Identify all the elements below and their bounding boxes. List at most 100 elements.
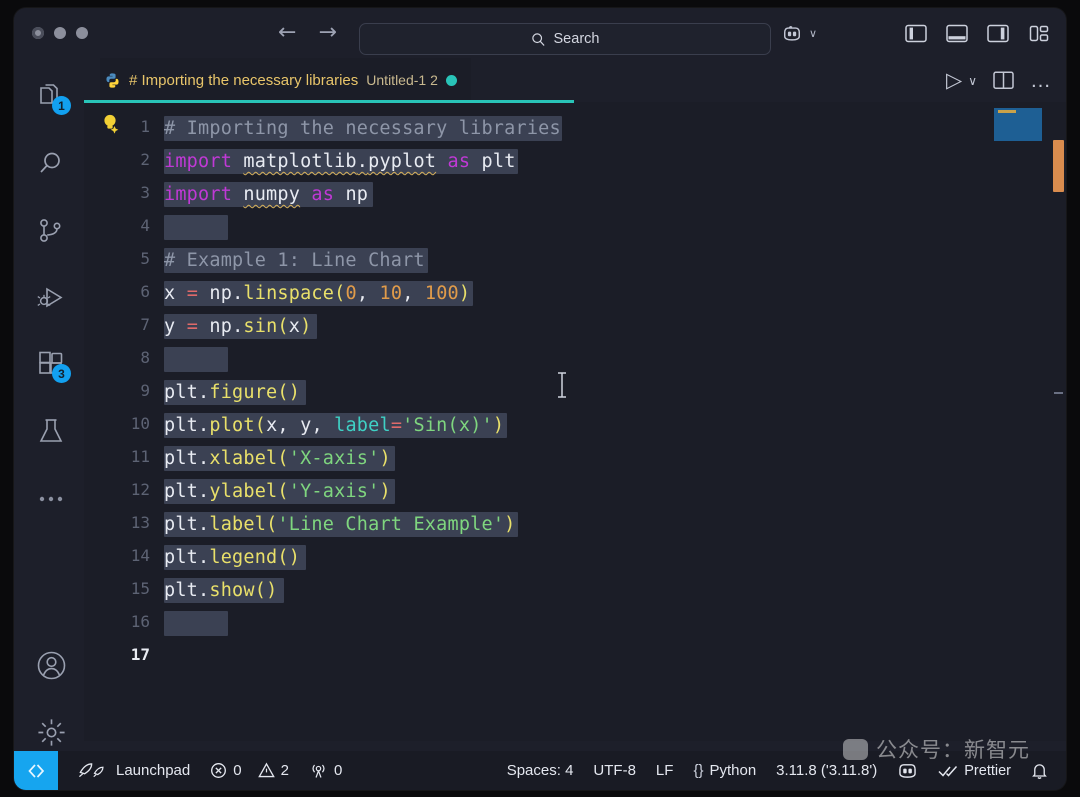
- navigation-buttons: ← →: [278, 22, 337, 44]
- line-number: 17: [131, 645, 150, 664]
- code-line[interactable]: [164, 211, 228, 244]
- selected-text: import matplotlib.pyplot as plt: [164, 149, 518, 174]
- code-line[interactable]: plt.xlabel('X-axis'): [164, 442, 395, 475]
- code-line[interactable]: x = np.linspace(0, 10, 100): [164, 277, 473, 310]
- activity-bar: 1: [14, 58, 84, 741]
- split-editor-icon[interactable]: [993, 71, 1014, 90]
- selected-text: plt.ylabel('Y-axis'): [164, 479, 395, 504]
- manage-settings-button[interactable]: [34, 715, 68, 749]
- broadcast-icon: [309, 762, 328, 779]
- code-line[interactable]: plt.legend(): [164, 541, 306, 574]
- status-formatter[interactable]: Prettier: [938, 763, 1011, 779]
- remote-window-button[interactable]: [14, 751, 58, 790]
- error-count: 0: [233, 762, 241, 779]
- sidebar-item-more-views[interactable]: [34, 482, 68, 516]
- maximize-button[interactable]: [76, 27, 88, 39]
- status-notifications[interactable]: [1031, 762, 1048, 780]
- empty-line: [164, 646, 175, 667]
- selected-text: import numpy as np: [164, 182, 373, 207]
- code-line[interactable]: plt.plot(x, y, label='Sin(x)'): [164, 409, 507, 442]
- code-lines: # Importing the necessary libraries impor…: [164, 104, 1066, 741]
- status-copilot[interactable]: [897, 762, 918, 779]
- copilot-menu-button[interactable]: ∨: [782, 25, 817, 42]
- line-number: 1: [140, 117, 150, 136]
- status-interpreter[interactable]: 3.11.8 ('3.11.8'): [776, 762, 877, 779]
- sidebar-item-explorer[interactable]: 1: [34, 80, 68, 114]
- code-line[interactable]: plt.ylabel('Y-axis'): [164, 475, 395, 508]
- selected-text: [164, 347, 228, 372]
- vscode-window: ← → Search ∨: [14, 8, 1066, 790]
- forward-arrow-icon[interactable]: →: [318, 22, 336, 44]
- sidebar-item-extensions[interactable]: 3: [34, 348, 68, 382]
- close-button[interactable]: [32, 27, 44, 39]
- selected-text: # Example 1: Line Chart: [164, 248, 428, 273]
- rocket-icon: [78, 762, 110, 779]
- run-button[interactable]: ▷: [946, 68, 962, 93]
- code-line[interactable]: plt.figure(): [164, 376, 306, 409]
- code-line[interactable]: # Example 1: Line Chart: [164, 244, 428, 277]
- code-line[interactable]: [164, 343, 228, 376]
- status-eol[interactable]: LF: [656, 762, 674, 779]
- line-number: 5: [140, 249, 150, 268]
- formatter-label: Prettier: [964, 763, 1011, 779]
- code-line[interactable]: # Importing the necessary libraries: [164, 112, 562, 145]
- toggle-panel-icon[interactable]: [946, 24, 968, 43]
- run-chevron-down-icon[interactable]: ∨: [968, 74, 977, 88]
- selected-text: plt.show(): [164, 578, 284, 603]
- editor-scrollbar[interactable]: [1050, 104, 1066, 741]
- code-line[interactable]: plt.label('Line Chart Example'): [164, 508, 518, 541]
- code-line[interactable]: [164, 607, 228, 640]
- selected-text: plt.xlabel('X-axis'): [164, 446, 395, 471]
- minimap-code-line: [998, 110, 1016, 113]
- lightbulb-icon[interactable]: [100, 112, 122, 134]
- minimize-button[interactable]: [54, 27, 66, 39]
- status-launchpad[interactable]: Launchpad: [78, 762, 190, 779]
- selected-text: plt.figure(): [164, 380, 306, 405]
- back-arrow-icon[interactable]: ←: [278, 22, 296, 44]
- line-number: 2: [140, 150, 150, 169]
- search-icon: [531, 32, 546, 47]
- editor-actions: ▷ ∨ …: [946, 68, 1052, 93]
- tab-bar: # Importing the necessary libraries Unti…: [84, 58, 1066, 102]
- more-actions-icon[interactable]: …: [1030, 76, 1052, 86]
- language-label: Python: [709, 762, 756, 779]
- sidebar-item-search[interactable]: [34, 147, 68, 181]
- line-number: 8: [140, 348, 150, 367]
- chevron-down-icon: ∨: [809, 27, 817, 40]
- layout-controls: [905, 24, 1050, 43]
- status-bar: Launchpad 0 2 0 Spaces: 4 UTF: [14, 751, 1066, 790]
- selected-text: [164, 611, 228, 636]
- code-line[interactable]: import matplotlib.pyplot as plt: [164, 145, 518, 178]
- scrollbar-thumb[interactable]: [1054, 392, 1063, 394]
- unsaved-indicator[interactable]: [446, 75, 457, 86]
- editor-tab[interactable]: # Importing the necessary libraries Unti…: [100, 58, 471, 102]
- status-encoding[interactable]: UTF-8: [593, 762, 636, 779]
- code-line[interactable]: [164, 640, 175, 673]
- customize-layout-icon[interactable]: [1028, 24, 1050, 43]
- status-language-mode[interactable]: {} Python: [693, 762, 756, 779]
- code-line[interactable]: import numpy as np: [164, 178, 373, 211]
- text-cursor: [556, 372, 568, 398]
- command-center-search[interactable]: Search: [359, 23, 771, 55]
- overview-ruler-mark: [1053, 140, 1064, 192]
- code-line[interactable]: y = np.sin(x): [164, 310, 317, 343]
- code-line[interactable]: plt.show(): [164, 574, 284, 607]
- double-check-icon: [938, 764, 958, 778]
- toggle-secondary-sidebar-icon[interactable]: [987, 24, 1009, 43]
- selected-text: y = np.sin(x): [164, 314, 317, 339]
- status-indentation[interactable]: Spaces: 4: [507, 762, 574, 779]
- line-number: 6: [140, 282, 150, 301]
- line-number: 7: [140, 315, 150, 334]
- line-number: 9: [140, 381, 150, 400]
- toggle-primary-sidebar-icon[interactable]: [905, 24, 927, 43]
- sidebar-item-run-and-debug[interactable]: [34, 281, 68, 315]
- selected-text: plt.plot(x, y, label='Sin(x)'): [164, 413, 507, 438]
- traffic-lights: [32, 27, 88, 39]
- sidebar-item-source-control[interactable]: [34, 214, 68, 248]
- status-problems[interactable]: 0 2: [210, 762, 289, 779]
- minimap[interactable]: [980, 104, 1042, 741]
- accounts-button[interactable]: [34, 648, 68, 682]
- sidebar-item-testing[interactable]: [34, 415, 68, 449]
- code-editor[interactable]: 1234567891011121314151617 # Importing th…: [84, 104, 1066, 741]
- status-ports[interactable]: 0: [309, 762, 342, 779]
